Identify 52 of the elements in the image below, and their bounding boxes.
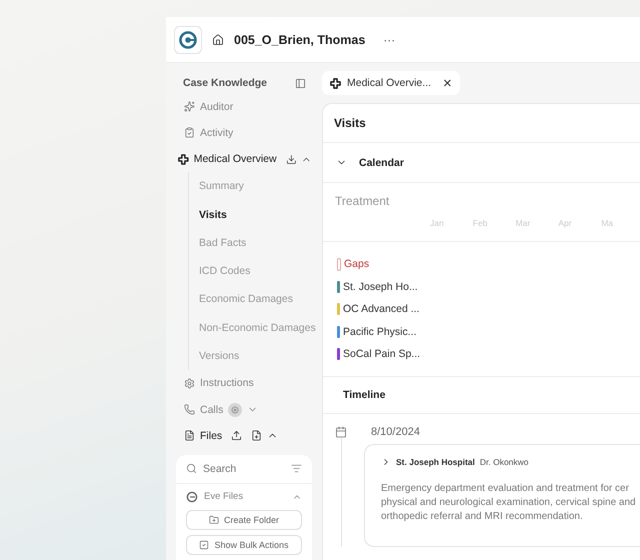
settings-icon (184, 378, 195, 389)
download-icon (286, 154, 296, 165)
nav-subitem[interactable]: Economic Damages (199, 285, 312, 314)
calendar-icon (335, 426, 347, 438)
sidebar-title: Case Knowledge (183, 77, 268, 90)
nav-subitem[interactable]: ICD Codes (199, 257, 312, 286)
search-field[interactable]: Search (203, 462, 285, 475)
file-plus-icon (251, 430, 262, 442)
nav-subitem[interactable]: Visits (199, 200, 312, 229)
nav-item[interactable]: Activity (176, 120, 312, 146)
chart-title: Treatment (335, 194, 390, 208)
cross-icon (330, 78, 341, 88)
close-button[interactable]: × (437, 76, 452, 90)
visit-summary: Emergency department evaluation and treatment for cer physical and neurological examination, cervical spine and orthopedic referral and MRI recommendation. (381, 482, 637, 524)
nav-subitem[interactable]: Summary (199, 172, 312, 200)
legend-label: St. Joseph Ho... (343, 280, 418, 293)
legend-label: Pacific Physic... (343, 326, 417, 338)
file-icon (184, 430, 195, 442)
nav-subitem[interactable]: Bad Facts (199, 228, 312, 258)
action-button[interactable]: Show Bulk Actions (186, 534, 302, 555)
clipboard-check-icon (184, 127, 195, 138)
more-menu[interactable]: ··· (383, 32, 396, 46)
nav-item[interactable]: Auditor (176, 93, 312, 120)
home-icon (212, 34, 224, 46)
calendar-section-header[interactable]: Calendar (323, 143, 640, 183)
nav-subitem[interactable]: Versions (199, 342, 312, 370)
facility-name: St. Joseph Hospital (396, 456, 475, 466)
upload-icon (231, 430, 242, 442)
search-icon (186, 463, 197, 474)
nav-item[interactable]: Instructions (176, 370, 312, 396)
nav-item[interactable]: Calls (176, 396, 312, 423)
case-title: 005_O_Brien, Thomas (234, 32, 366, 46)
document-tab[interactable]: Medical Overvie... × (322, 71, 460, 95)
nav-item[interactable]: Medical Overview (176, 146, 312, 172)
panel-title: Visits (334, 116, 366, 130)
cross-icon (178, 154, 189, 165)
folder-plus-icon (208, 514, 219, 525)
legend-label: SoCal Pain Sp... (343, 348, 420, 360)
filter-icon (291, 463, 302, 474)
folder-label[interactable]: Eve Files (204, 491, 286, 502)
visit-date: 8/10/2024 (371, 426, 420, 438)
action-button[interactable]: Create Folder (186, 510, 302, 530)
section-title: Timeline (343, 388, 386, 400)
nav-item[interactable]: Files (176, 422, 312, 449)
phone-icon (184, 404, 195, 416)
legend-label: OC Advanced ... (343, 303, 420, 316)
collapse-sidebar-icon (295, 78, 306, 89)
sparkle-icon (184, 101, 195, 112)
doctor-name: Dr. Okonkwo (480, 456, 529, 466)
checkbox-icon (199, 540, 210, 550)
legend-label: Gaps (344, 258, 370, 270)
status-badge (228, 402, 242, 417)
